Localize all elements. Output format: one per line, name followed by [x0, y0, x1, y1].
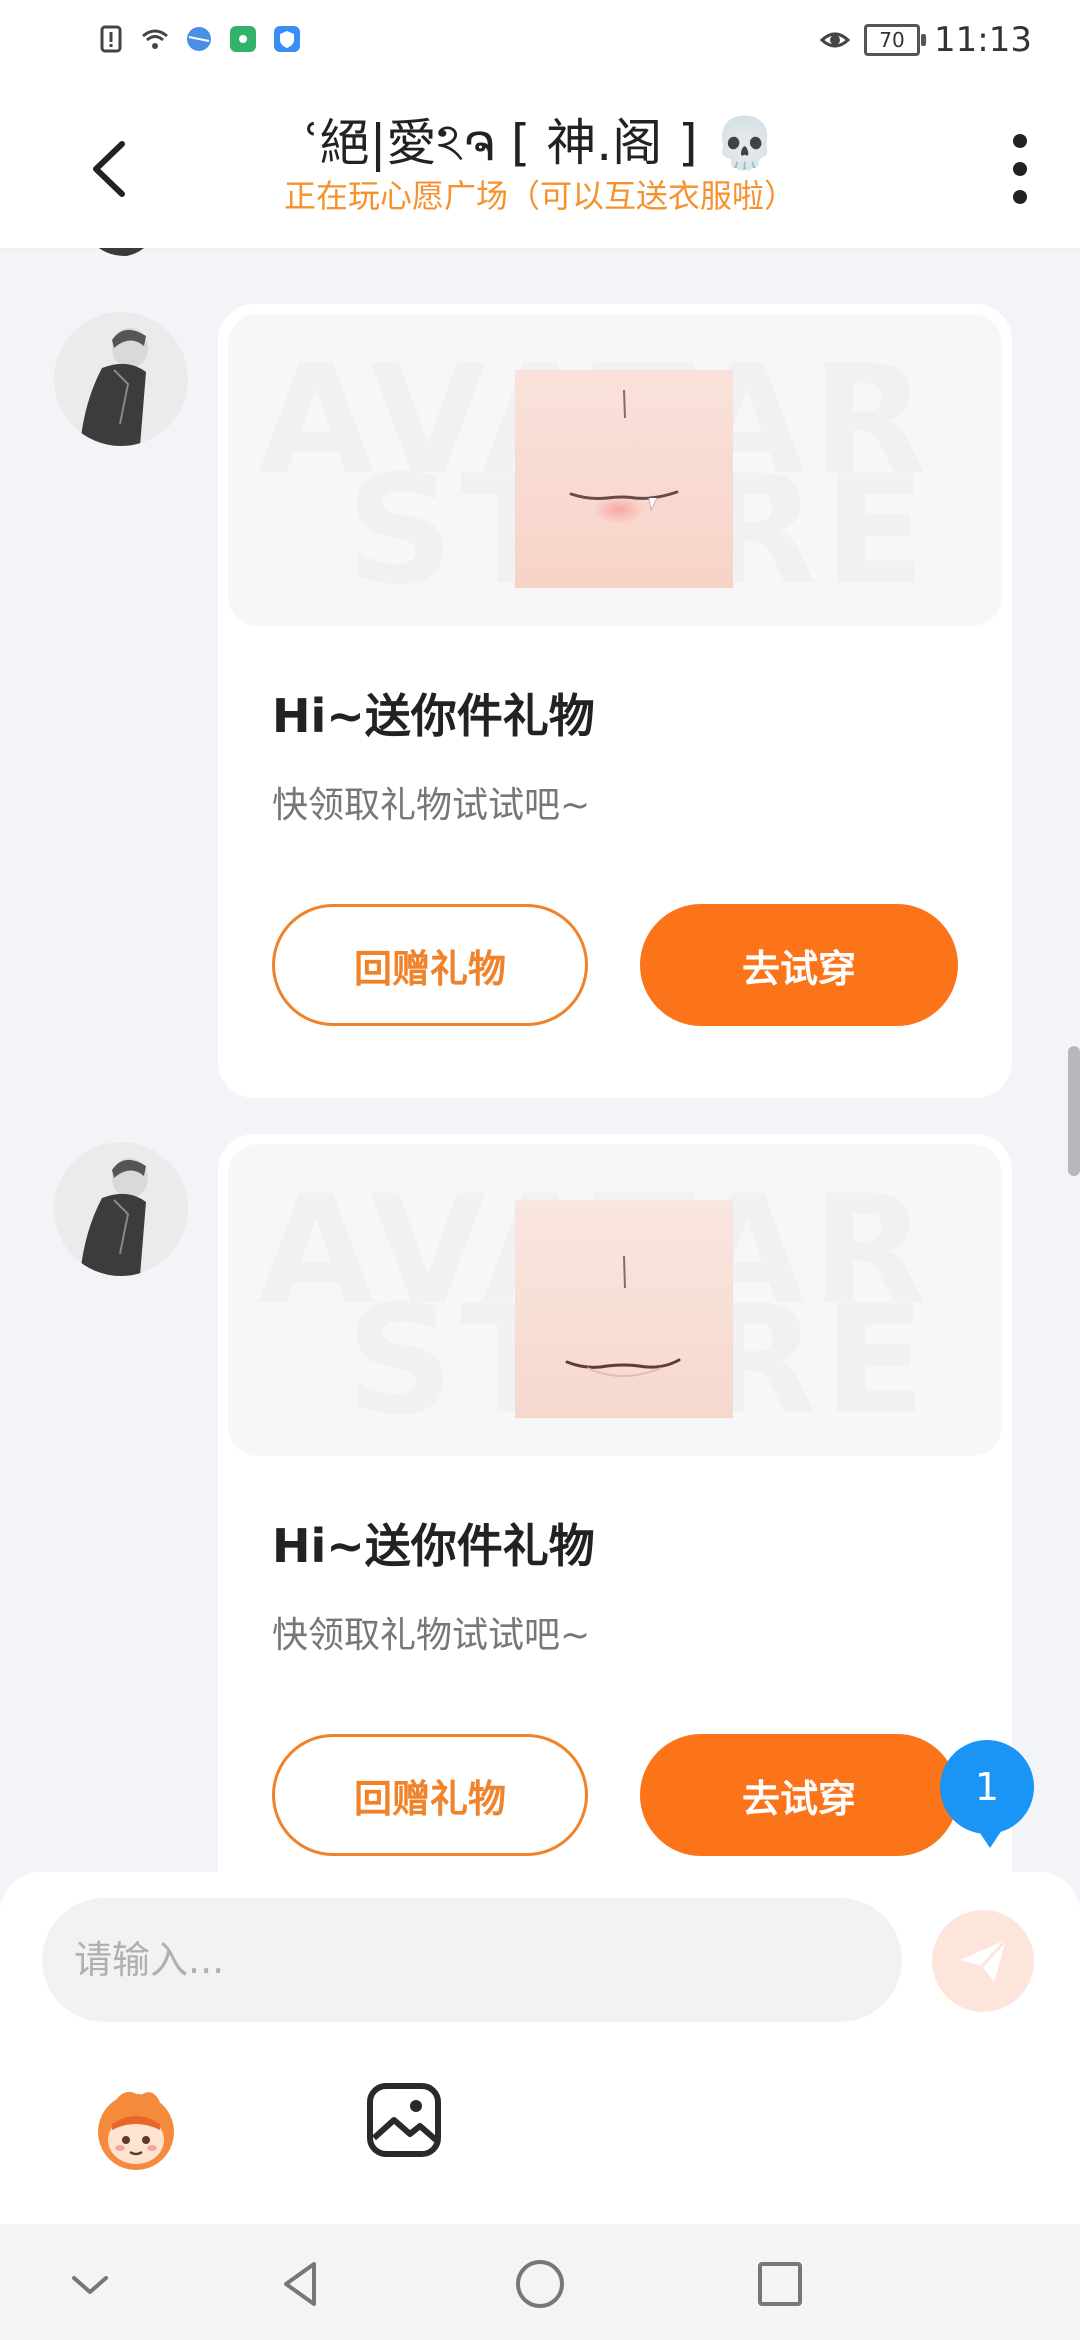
- input-panel: [0, 1872, 1080, 2224]
- message-input[interactable]: [42, 1898, 902, 2022]
- avatar[interactable]: [54, 1142, 188, 1276]
- shield-icon: [274, 26, 300, 52]
- alert-icon: [100, 25, 122, 53]
- sticker-icon[interactable]: [86, 2078, 186, 2178]
- status-icons-right: 70 11:13: [820, 20, 1032, 60]
- chevron-down-icon[interactable]: [64, 2258, 116, 2310]
- gift-title: Hi~送你件礼物: [272, 689, 595, 743]
- gift-description: 快领取礼物试试吧~: [272, 785, 591, 826]
- return-gift-button[interactable]: 回赠礼物: [272, 1734, 588, 1856]
- try-on-button[interactable]: 去试穿: [640, 1734, 958, 1856]
- mouth-item-image: [515, 1200, 733, 1418]
- return-gift-button[interactable]: 回赠礼物: [272, 904, 588, 1026]
- battery-level: 70: [879, 28, 905, 52]
- recent-square-icon[interactable]: [754, 2258, 806, 2310]
- gift-description: 快领取礼物试试吧~: [272, 1615, 591, 1656]
- gift-title: Hi~送你件礼物: [272, 1519, 595, 1573]
- send-icon: [960, 1938, 1008, 1982]
- clock: 11:13: [934, 20, 1032, 60]
- status-bar: 70 11:13: [0, 0, 1080, 84]
- chat-messages[interactable]: AVATAR STORE Hi~送你件礼物 快领取礼物试试吧~ 回赠礼物 去试穿…: [0, 248, 1080, 1872]
- mouth-item-image: [515, 370, 733, 588]
- back-triangle-icon[interactable]: [274, 2258, 326, 2310]
- image-icon[interactable]: [366, 2082, 442, 2158]
- wifi-icon: [142, 29, 168, 49]
- chat-subtitle: 正在玩心愿广场（可以互送衣服啦）: [283, 177, 796, 215]
- chat-title: ʿ絕|愛ঽຈ [ 神.阁 ] 💀: [304, 114, 776, 172]
- status-icons-left: [96, 24, 302, 54]
- send-button[interactable]: [932, 1910, 1034, 2012]
- unread-badge[interactable]: 1: [940, 1740, 1034, 1848]
- home-circle-icon[interactable]: [514, 2258, 566, 2310]
- hotspot-icon: [230, 26, 256, 52]
- scrollbar[interactable]: [1068, 1046, 1080, 1176]
- try-on-button[interactable]: 去试穿: [640, 904, 958, 1026]
- system-nav-bar: [0, 2224, 1080, 2340]
- battery-icon: 70: [864, 24, 927, 56]
- chat-header: ʿ絕|愛ঽຈ [ 神.阁 ] 💀 正在玩心愿广场（可以互送衣服啦）: [0, 84, 1080, 249]
- eye-icon: [820, 32, 851, 48]
- browser-icon: [187, 27, 211, 51]
- avatar[interactable]: [54, 312, 188, 446]
- gift-card[interactable]: AVATAR STORE Hi~送你件礼物 快领取礼物试试吧~ 回赠礼物 去试穿: [218, 1134, 1012, 1872]
- gift-card[interactable]: AVATAR STORE Hi~送你件礼物 快领取礼物试试吧~ 回赠礼物 去试穿: [218, 304, 1012, 1098]
- title-block: ʿ絕|愛ঽຈ [ 神.阁 ] 💀 正在玩心愿广场（可以互送衣服啦）: [150, 112, 930, 218]
- gift-preview[interactable]: AVATAR STORE: [228, 314, 1002, 626]
- more-options-icon[interactable]: [1008, 134, 1032, 204]
- back-arrow-icon[interactable]: [80, 134, 140, 204]
- gift-preview[interactable]: AVATAR STORE: [228, 1144, 1002, 1456]
- avatar[interactable]: [66, 248, 166, 266]
